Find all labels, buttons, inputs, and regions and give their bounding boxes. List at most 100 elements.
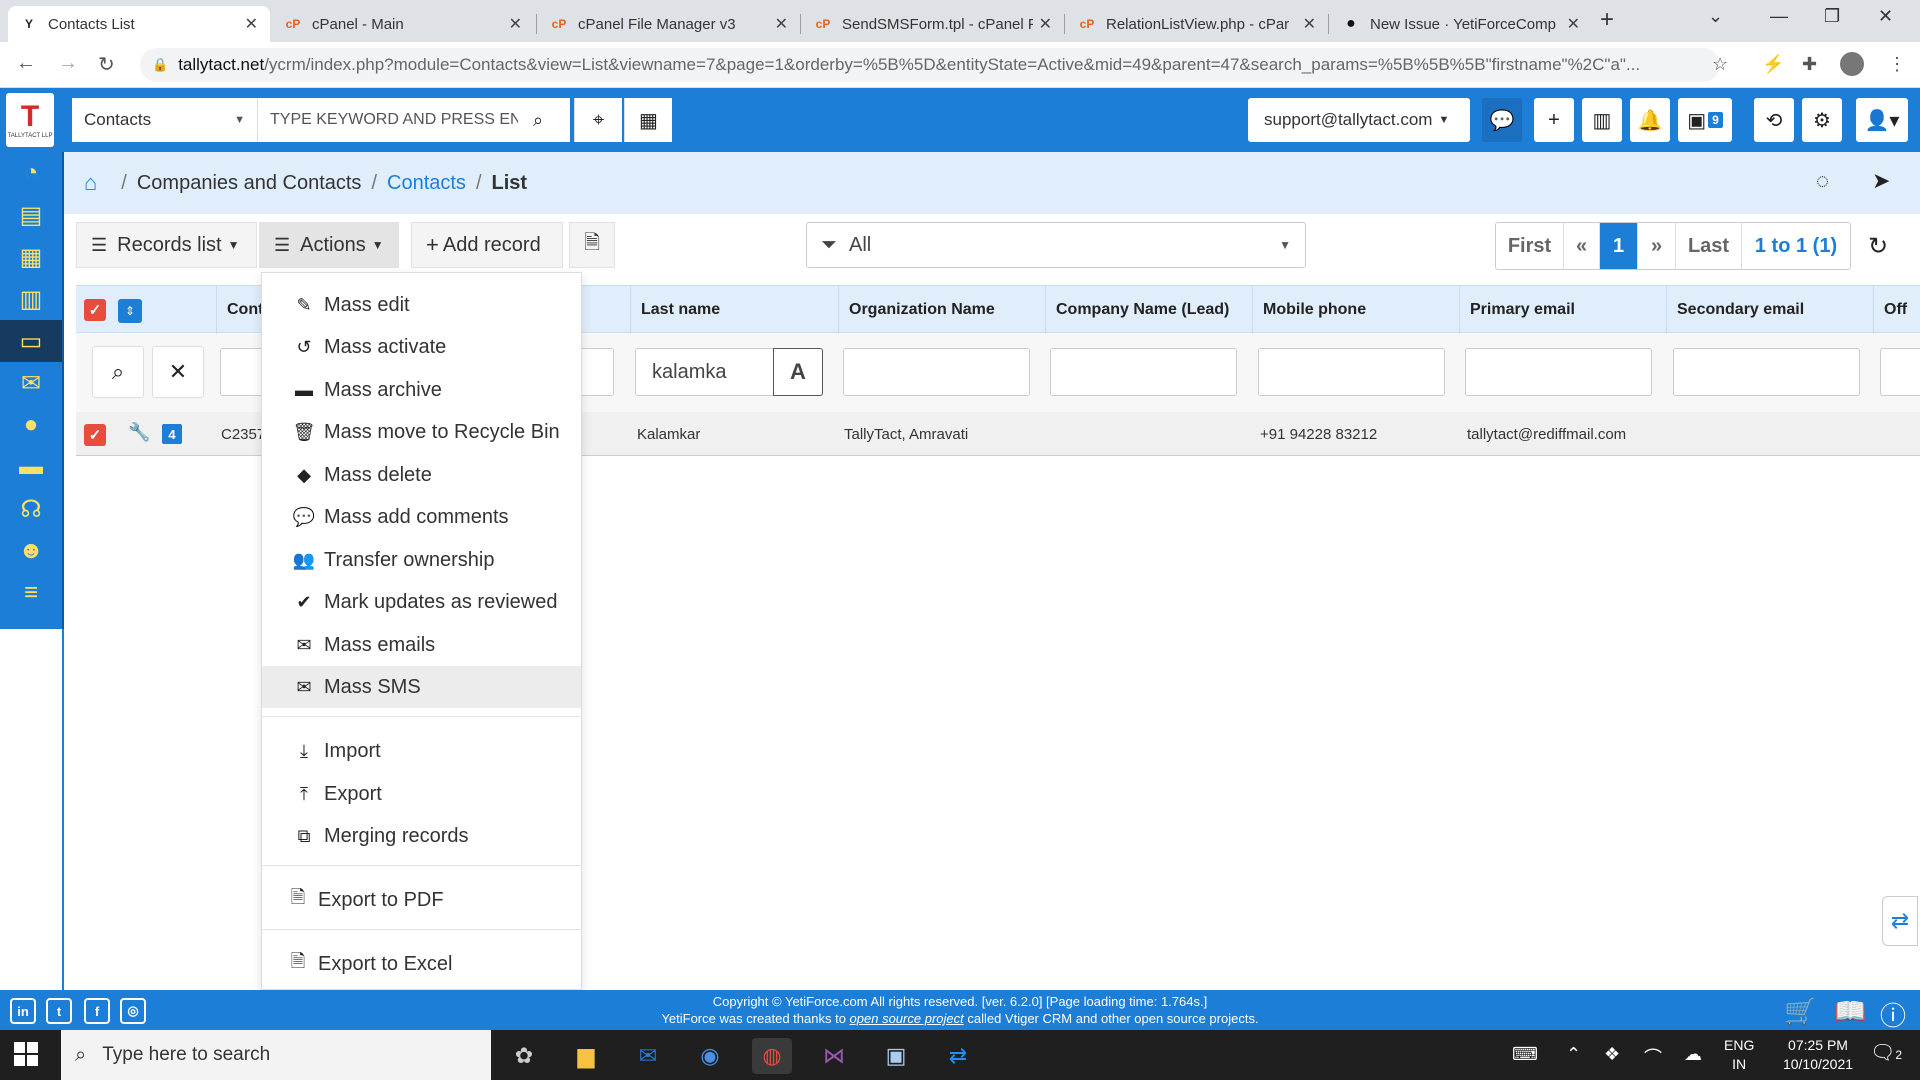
hide-eye-slash-icon[interactable]: ◌	[1816, 168, 1829, 194]
custom-view-filter[interactable]: ⏷ All ▼	[806, 222, 1306, 268]
profile-avatar[interactable]	[1840, 52, 1864, 76]
menu-item-mass-add-comments[interactable]: 💬 Mass add comments	[262, 496, 581, 538]
menu-item-mass-archive[interactable]: ▬ Mass archive	[262, 369, 581, 411]
browser-tab-sendsmsform[interactable]: cP SendSMSForm.tpl - cPanel F ✕	[802, 6, 1064, 42]
pdf-export-button[interactable]: 🗎	[569, 222, 615, 268]
knowledge-base-icon[interactable]: ▥	[1582, 98, 1622, 142]
column-header-primary-email[interactable]: Primary email	[1459, 286, 1666, 334]
pagination-next[interactable]: »	[1638, 223, 1676, 269]
browser-tab-cpanel-main[interactable]: cP cPanel - Main ✕	[272, 6, 534, 42]
windows-start-icon[interactable]	[14, 1042, 38, 1066]
twitter-icon[interactable]: t	[46, 998, 72, 1024]
reload-icon[interactable]: ↻	[98, 52, 115, 77]
module-select[interactable]: Contacts ▼	[72, 98, 258, 142]
browser-tab-relationlistview[interactable]: cP RelationListView.php - cPar ✕	[1066, 6, 1328, 42]
sidebar-item-companies[interactable]: ▤	[0, 194, 62, 236]
row-related-count-badge[interactable]: 4	[162, 424, 182, 444]
remote-support-widget-icon[interactable]: ⇄	[1882, 896, 1918, 946]
language-indicator[interactable]: ENG IN	[1724, 1036, 1754, 1074]
chat-icon[interactable]: 💬	[1482, 98, 1522, 142]
global-search-input[interactable]	[258, 111, 518, 129]
taskbar-mail-icon[interactable]: ◉	[690, 1038, 730, 1074]
tray-chevron-up-icon[interactable]: ⌃	[1566, 1044, 1581, 1065]
menu-item-export-excel[interactable]: 🗎 Export to Excel	[262, 943, 581, 985]
url-field[interactable]: 🔒 tallytact.net/ycrm/index.php?module=Co…	[140, 48, 1720, 82]
pagination-count[interactable]: 1 to 1 (1)	[1742, 223, 1850, 269]
company-logo[interactable]: T TALLYTACT LLP	[6, 93, 54, 147]
extensions-puzzle-icon[interactable]: ✚	[1802, 54, 1817, 75]
sidebar-item-dashboard[interactable]: ◔	[0, 152, 62, 194]
filter-office-phone-input[interactable]	[1880, 348, 1920, 396]
column-header-mobile-phone[interactable]: Mobile phone	[1252, 286, 1459, 334]
column-header-office-phone[interactable]: Off	[1873, 286, 1920, 334]
open-source-link[interactable]: open source project	[850, 1011, 964, 1026]
cell-primary-email[interactable]: tallytact@rediffmail.com	[1467, 412, 1626, 456]
pagination-current-page[interactable]: 1	[1600, 223, 1638, 269]
send-paper-plane-icon[interactable]: ➤	[1872, 168, 1890, 194]
book-manual-icon[interactable]: 📖	[1834, 996, 1866, 1027]
close-tab-icon[interactable]: ✕	[1303, 14, 1316, 34]
dropbox-icon[interactable]: ❖	[1604, 1044, 1620, 1065]
bookmark-star-icon[interactable]: ☆	[1712, 54, 1728, 75]
filter-organization-input[interactable]	[843, 348, 1030, 396]
notification-center-icon[interactable]: 🗨2	[1870, 1040, 1902, 1065]
menu-item-mass-activate[interactable]: ↺ Mass activate	[262, 326, 581, 368]
restore-icon[interactable]: ❐	[1824, 6, 1840, 27]
close-window-icon[interactable]: ✕	[1878, 6, 1893, 27]
sidebar-item-users[interactable]: ☻	[0, 530, 62, 572]
reload-list-icon[interactable]: ↻	[1868, 232, 1888, 261]
sidebar-item-contacts[interactable]: ▭	[0, 320, 62, 362]
close-tab-icon[interactable]: ✕	[1039, 14, 1052, 34]
notifications-bell-icon[interactable]: 🔔	[1630, 98, 1670, 142]
menu-item-mass-edit[interactable]: ✎ Mass edit	[262, 284, 581, 326]
back-arrow-icon[interactable]: ←	[16, 52, 36, 75]
menu-item-mass-delete[interactable]: ◆ Mass delete	[262, 454, 581, 496]
pagination-prev[interactable]: «	[1564, 223, 1600, 269]
new-tab-button[interactable]: +	[1600, 6, 1614, 34]
filter-case-toggle-button[interactable]: A	[773, 348, 823, 396]
close-tab-icon[interactable]: ✕	[775, 14, 788, 34]
sidebar-item-sales[interactable]: ●	[0, 404, 62, 446]
column-header-secondary-email[interactable]: Secondary email	[1666, 286, 1873, 334]
taskbar-teamviewer-icon[interactable]: ⇄	[938, 1038, 978, 1074]
quick-create-grid-button[interactable]: ▦	[624, 98, 672, 142]
row-checkbox[interactable]: ✓	[84, 424, 106, 446]
breadcrumb-companies[interactable]: Companies and Contacts	[137, 172, 362, 195]
actions-button[interactable]: ☰ Actions ▼	[259, 222, 399, 268]
filter-secondary-email-input[interactable]	[1673, 348, 1860, 396]
pagination-first[interactable]: First	[1496, 223, 1564, 269]
history-icon[interactable]: ⟲	[1754, 98, 1794, 142]
taskbar-chrome-icon[interactable]: ◍	[752, 1038, 792, 1074]
sort-columns-button[interactable]: ⇕	[118, 299, 142, 323]
keyboard-icon[interactable]: ⌨	[1512, 1044, 1538, 1065]
taskbar-file-explorer-icon[interactable]: ▆	[566, 1038, 606, 1074]
cell-contact-no[interactable]: C2357	[221, 412, 261, 456]
breadcrumb-contacts[interactable]: Contacts	[387, 172, 466, 195]
taskbar-app-paint-icon[interactable]: ✿	[504, 1038, 544, 1074]
menu-item-export-pdf[interactable]: 🗎 Export to PDF	[262, 879, 581, 921]
select-all-checkbox[interactable]: ✓	[84, 299, 106, 321]
taskbar-clock[interactable]: 07:25 PM 10/10/2021	[1768, 1036, 1868, 1074]
cell-last-name[interactable]: Kalamkar	[637, 412, 700, 456]
menu-item-transfer-ownership[interactable]: 👥 Transfer ownership	[262, 539, 581, 581]
taskbar-search-box[interactable]: ⌕ Type here to search	[61, 1030, 491, 1080]
row-actions-wrench-icon[interactable]: 🔧	[128, 422, 150, 443]
menu-item-mass-emails[interactable]: ✉ Mass emails	[262, 624, 581, 666]
tab-search-icon[interactable]: ⌄	[1708, 6, 1723, 27]
sidebar-item-database[interactable]: ▦	[0, 236, 62, 278]
taskbar-visual-studio-icon[interactable]: ⋈	[814, 1038, 854, 1074]
taskbar-network-app-icon[interactable]: ▣	[876, 1038, 916, 1074]
browser-menu-icon[interactable]: ⋮	[1888, 54, 1906, 75]
forward-arrow-icon[interactable]: →	[58, 52, 78, 75]
user-select[interactable]: support@tallytact.com ▼	[1248, 98, 1470, 142]
linkedin-icon[interactable]: in	[10, 998, 36, 1024]
extension-bolt-icon[interactable]: ⚡	[1762, 54, 1784, 75]
user-menu-icon[interactable]: 👤▾	[1856, 98, 1908, 142]
browser-tab-new-issue[interactable]: ● New Issue · YetiForceComp ✕	[1330, 6, 1592, 42]
menu-item-import[interactable]: ⤓ Import	[262, 730, 581, 772]
wifi-icon[interactable]: ⌒	[1644, 1044, 1662, 1070]
menu-item-merging-records[interactable]: ⧉ Merging records	[262, 815, 581, 857]
add-record-button[interactable]: + Add record	[411, 222, 563, 268]
pagination-last[interactable]: Last	[1676, 223, 1742, 269]
clear-filter-close-icon[interactable]: ✕	[152, 346, 204, 398]
